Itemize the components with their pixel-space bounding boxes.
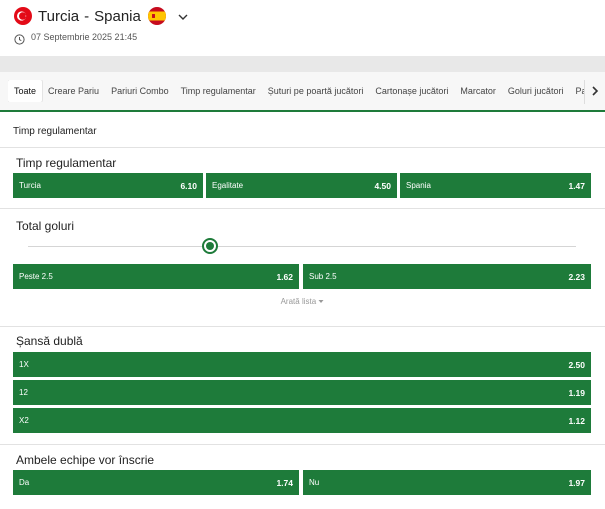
match-title: Turcia - Spania — [38, 8, 141, 25]
section-header: Timp regulamentar — [0, 114, 605, 148]
odd-12[interactable]: 12 1.19 — [13, 380, 591, 405]
market-title: Total goluri — [16, 219, 75, 233]
odd-value: 1.97 — [568, 477, 585, 488]
match-header: Turcia - Spania 07 Septembrie 2025 21:45 — [0, 0, 605, 56]
match-datetime: 07 Septembrie 2025 21:45 — [31, 32, 138, 42]
odd-label: Sub 2.5 — [309, 272, 337, 281]
tab-all[interactable]: Toate — [8, 80, 43, 102]
odd-value: 1.62 — [276, 271, 293, 282]
home-team: Turcia — [38, 7, 80, 25]
odd-label: Turcia — [19, 181, 41, 190]
caret-down-icon — [318, 297, 324, 306]
odd-yes[interactable]: Da 1.74 — [13, 470, 299, 495]
odd-1x[interactable]: 1X 2.50 — [13, 352, 591, 377]
chevron-down-icon[interactable] — [177, 10, 189, 22]
odd-value: 2.23 — [568, 271, 585, 282]
odd-home[interactable]: Turcia 6.10 — [13, 173, 203, 198]
market-title: Timp regulamentar — [16, 156, 117, 170]
odd-label: X2 — [19, 416, 29, 425]
odd-x2[interactable]: X2 1.12 — [13, 408, 591, 433]
odd-label: Peste 2.5 — [19, 272, 53, 281]
goal-line-slider-handle[interactable] — [202, 238, 218, 254]
odd-value: 1.19 — [568, 387, 585, 398]
odd-label: Da — [19, 478, 30, 487]
odd-label: Egalitate — [212, 181, 244, 190]
tab-bet-builder[interactable]: Creare Pariu — [42, 80, 105, 102]
tab-regular-time[interactable]: Timp regulamentar — [175, 80, 262, 102]
odd-value: 1.12 — [568, 415, 585, 426]
odd-value: 1.74 — [276, 477, 293, 488]
tabs-scroll-right-button[interactable] — [584, 80, 605, 104]
tab-list: Toate Creare Pariu Pariuri Combo Timp re… — [8, 80, 584, 102]
odd-under[interactable]: Sub 2.5 2.23 — [303, 264, 591, 289]
market-title: Ambele echipe vor înscrie — [16, 453, 155, 467]
header-divider-band — [0, 56, 605, 72]
spain-flag-icon — [147, 7, 166, 25]
chevron-right-icon — [591, 83, 599, 101]
tab-player-goals[interactable]: Goluri jucători — [502, 80, 570, 102]
odd-label: Spania — [406, 181, 431, 190]
odd-value: 2.50 — [568, 359, 585, 370]
odd-label: Nu — [309, 478, 320, 487]
odd-no[interactable]: Nu 1.97 — [303, 470, 591, 495]
market-tabs: Toate Creare Pariu Pariuri Combo Timp re… — [0, 72, 605, 112]
goal-line-slider-track[interactable] — [28, 246, 576, 247]
show-list-link[interactable]: Arată lista — [0, 297, 605, 306]
away-team: Spania — [94, 7, 141, 25]
clock-icon — [14, 32, 25, 45]
turkey-flag-icon — [14, 7, 32, 25]
odd-value: 1.47 — [568, 180, 585, 191]
tab-player-cards[interactable]: Cartonașe jucători — [369, 80, 454, 102]
odd-value: 6.10 — [180, 180, 197, 191]
odd-away[interactable]: Spania 1.47 — [400, 173, 591, 198]
tab-player-shots-on-target[interactable]: Șuturi pe poartă jucători — [262, 80, 370, 102]
tab-combo-bets[interactable]: Pariuri Combo — [105, 80, 175, 102]
team-separator: - — [84, 7, 90, 25]
match-date: 07 Septembrie 2025 21:45 — [14, 31, 138, 45]
odd-label: 12 — [19, 388, 28, 397]
market-title: Șansă dublă — [16, 334, 83, 348]
odd-draw[interactable]: Egalitate 4.50 — [206, 173, 397, 198]
match-selector[interactable]: Turcia - Spania — [14, 6, 189, 26]
section-title: Timp regulamentar — [13, 126, 97, 137]
show-list-label: Arată lista — [280, 297, 317, 306]
tab-scorer[interactable]: Marcator — [454, 80, 502, 102]
odd-value: 4.50 — [374, 180, 391, 191]
odd-over[interactable]: Peste 2.5 1.62 — [13, 264, 299, 289]
tab-passes[interactable]: Pas — [569, 80, 584, 102]
odd-label: 1X — [19, 360, 29, 369]
